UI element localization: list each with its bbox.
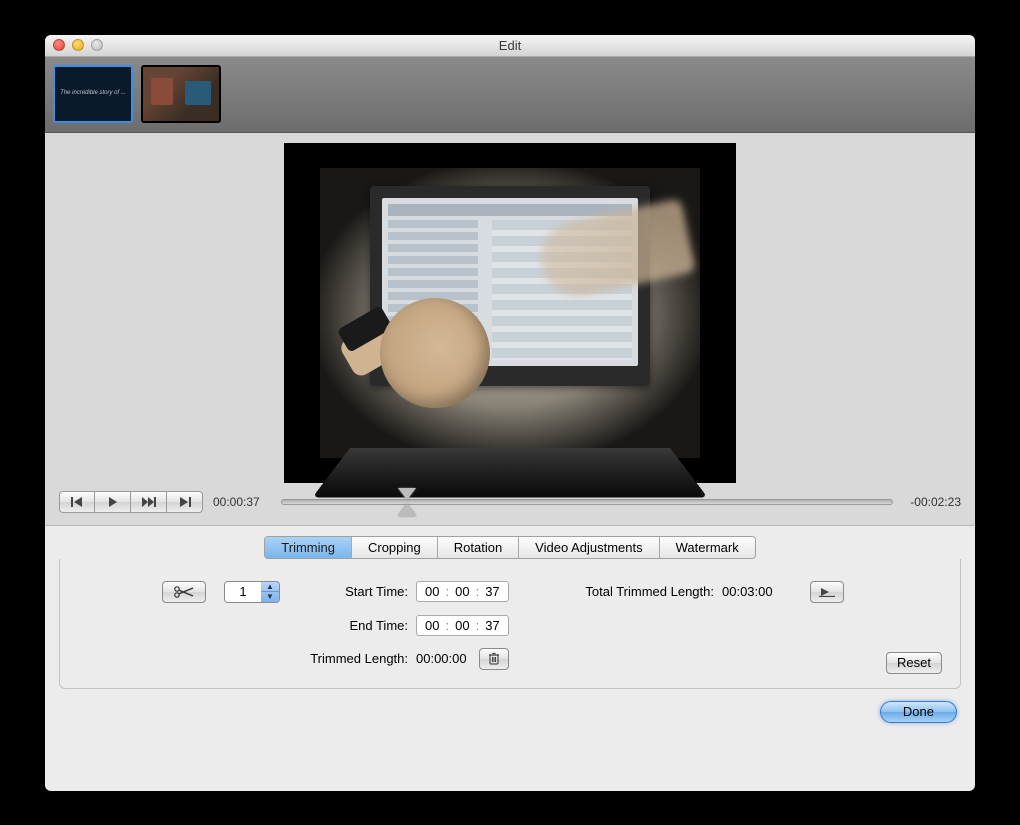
segment-stepper[interactable]: 1 ▲ ▼ (224, 581, 280, 603)
scrub-slider[interactable] (281, 492, 893, 512)
total-trimmed-value: 00:03:00 (722, 584, 802, 599)
skip-end-icon (179, 497, 191, 507)
footer: Done (45, 695, 975, 737)
fast-forward-button[interactable] (131, 491, 167, 513)
zoom-window-button[interactable] (91, 39, 103, 51)
play-range-icon (818, 587, 836, 597)
start-time-field[interactable]: 00: 00: 37 (416, 581, 509, 602)
end-time-label: End Time: (288, 618, 408, 633)
play-trimmed-button[interactable] (810, 581, 844, 603)
tab-cropping[interactable]: Cropping (352, 537, 438, 558)
clip-thumbnail-1-preview: The incredible story of ... (55, 67, 131, 121)
titlebar: Edit (45, 35, 975, 57)
trimmed-length-label: Trimmed Length: (288, 651, 408, 666)
edit-tabs-row: Trimming Cropping Rotation Video Adjustm… (45, 526, 975, 559)
tab-trimming[interactable]: Trimming (265, 537, 352, 558)
segment-step-up[interactable]: ▲ (261, 582, 279, 593)
video-preview-still (320, 168, 700, 458)
total-trimmed-label: Total Trimmed Length: (554, 584, 714, 599)
segment-value: 1 (225, 582, 261, 602)
start-time-label: Start Time: (288, 584, 408, 599)
reset-button[interactable]: Reset (886, 652, 942, 674)
edit-window: Edit The incredible story of ... (45, 35, 975, 791)
play-button[interactable] (95, 491, 131, 513)
trimming-panel: 1 ▲ ▼ Start Time: 00: 00: 37 Total Trimm… (59, 559, 961, 689)
skip-start-icon (71, 497, 83, 507)
fast-forward-icon (142, 497, 156, 507)
scissors-icon (173, 586, 195, 598)
scrub-handle[interactable] (398, 488, 416, 516)
trash-icon (488, 652, 500, 665)
window-title: Edit (45, 38, 975, 53)
remaining-time-label: -00:02:23 (903, 495, 961, 509)
tab-rotation[interactable]: Rotation (438, 537, 519, 558)
playback-button-group (59, 491, 203, 513)
play-icon (108, 497, 118, 507)
prev-frame-button[interactable] (59, 491, 95, 513)
window-controls (53, 39, 103, 51)
end-time-field[interactable]: 00: 00: 37 (416, 615, 509, 636)
clip-thumbnail-strip: The incredible story of ... (45, 57, 975, 133)
next-frame-button[interactable] (167, 491, 203, 513)
segment-step-down[interactable]: ▼ (261, 592, 279, 602)
cut-button[interactable] (162, 581, 206, 603)
close-window-button[interactable] (53, 39, 65, 51)
clip-thumbnail-2[interactable] (141, 65, 221, 123)
delete-segment-button[interactable] (479, 648, 509, 670)
tab-video-adjustments[interactable]: Video Adjustments (519, 537, 659, 558)
current-time-label: 00:00:37 (213, 495, 271, 509)
clip-thumbnail-2-preview (143, 67, 219, 121)
done-button[interactable]: Done (880, 701, 957, 723)
trimmed-length-value: 00:00:00 (416, 651, 467, 666)
clip-thumbnail-1[interactable]: The incredible story of ... (53, 65, 133, 123)
edit-tabs: Trimming Cropping Rotation Video Adjustm… (264, 536, 755, 559)
scrub-track (281, 499, 893, 505)
tab-watermark[interactable]: Watermark (660, 537, 755, 558)
video-preview-frame (284, 143, 736, 483)
video-preview-area (45, 133, 975, 483)
minimize-window-button[interactable] (72, 39, 84, 51)
